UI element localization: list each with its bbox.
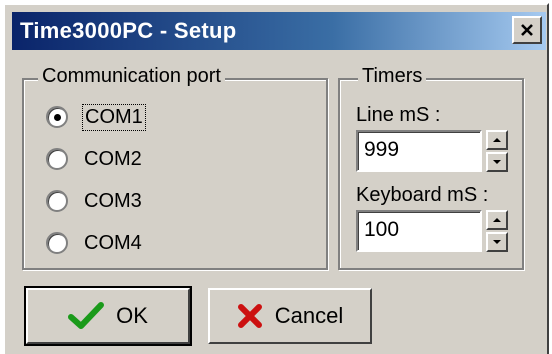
keyboard-ms-label: Keyboard mS : — [356, 184, 489, 206]
line-ms-spin-down[interactable] — [486, 152, 508, 172]
close-icon — [521, 24, 533, 36]
radio-label-com1: COM1 — [82, 103, 146, 131]
line-ms-input[interactable]: 999 — [356, 130, 482, 172]
arrow-down-icon — [493, 160, 501, 164]
arrow-up-icon — [493, 138, 501, 142]
radio-label-com2: COM2 — [84, 147, 142, 170]
checkmark-icon — [68, 302, 105, 330]
communication-port-group: Communication port COM1 COM2 COM3 COM4 — [22, 65, 328, 270]
ok-button[interactable]: OK — [24, 286, 192, 346]
radio-label-com3: COM3 — [84, 189, 142, 212]
close-button[interactable] — [512, 16, 542, 44]
ok-label: OK — [116, 303, 148, 328]
arrow-down-icon — [493, 240, 501, 244]
line-ms-spin-up[interactable] — [486, 130, 508, 150]
cancel-button[interactable]: Cancel — [208, 288, 372, 344]
communication-port-legend: Communication port — [38, 65, 225, 88]
window-title: Time3000PC - Setup — [20, 18, 237, 43]
radio-com1[interactable]: COM1 — [46, 102, 146, 132]
radio-button-com4[interactable] — [46, 232, 68, 254]
radio-com3[interactable]: COM3 — [46, 186, 144, 216]
cancel-label: Cancel — [274, 303, 344, 328]
radio-label-com4: COM4 — [84, 231, 142, 254]
keyboard-ms-input[interactable]: 100 — [356, 210, 482, 252]
radio-button-com2[interactable] — [46, 148, 68, 170]
keyboard-ms-spin-down[interactable] — [486, 232, 508, 252]
radio-com4[interactable]: COM4 — [46, 228, 144, 258]
title-bar[interactable]: Time3000PC - Setup — [12, 12, 546, 50]
timers-group: Timers Line mS : 999 Keyboard mS : 100 — [338, 65, 524, 270]
arrow-up-icon — [493, 218, 501, 222]
radio-com2[interactable]: COM2 — [46, 144, 144, 174]
line-ms-label: Line mS : — [356, 104, 441, 126]
keyboard-ms-spin-up[interactable] — [486, 210, 508, 230]
radio-button-com1[interactable] — [46, 106, 68, 128]
x-icon — [237, 303, 263, 329]
timers-legend: Timers — [358, 65, 427, 88]
radio-button-com3[interactable] — [46, 190, 68, 212]
